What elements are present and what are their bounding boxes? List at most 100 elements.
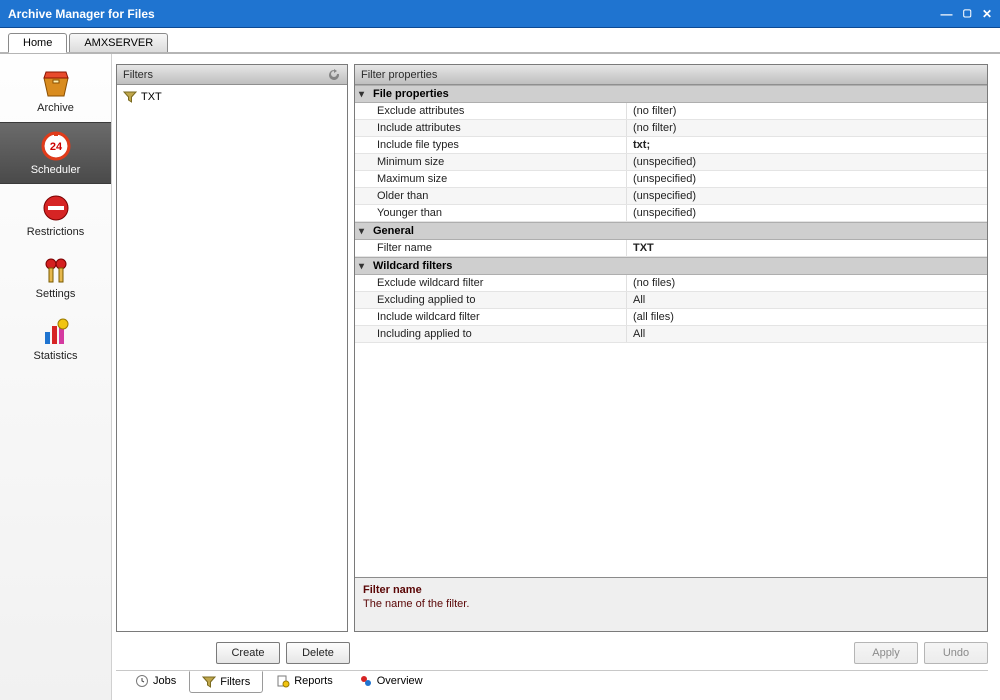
nav-statistics-label: Statistics (33, 350, 77, 362)
bottom-tab-overview[interactable]: Overview (346, 671, 436, 692)
nav-settings-label: Settings (36, 288, 76, 300)
bottom-tab-overview-label: Overview (377, 675, 423, 687)
properties-body: ▾ File properties Exclude attributes(no … (355, 85, 987, 577)
settings-icon (40, 254, 72, 286)
prop-value: (unspecified) (627, 171, 987, 187)
prop-row[interactable]: Include attributes(no filter) (355, 120, 987, 137)
bottom-tab-jobs-label: Jobs (153, 675, 176, 687)
nav-restrictions[interactable]: Restrictions (0, 184, 111, 246)
undo-button[interactable]: Undo (924, 642, 988, 664)
tab-home[interactable]: Home (8, 33, 67, 53)
nav-settings[interactable]: Settings (0, 246, 111, 308)
archive-icon (40, 68, 72, 100)
prop-key: Maximum size (355, 171, 627, 187)
properties-panel-header: Filter properties (355, 65, 987, 85)
prop-row[interactable]: Minimum size(unspecified) (355, 154, 987, 171)
reports-icon (276, 674, 290, 688)
chevron-down-icon: ▾ (359, 89, 364, 100)
prop-row[interactable]: Maximum size(unspecified) (355, 171, 987, 188)
prop-row[interactable]: Filter nameTXT (355, 240, 987, 257)
nav-scheduler-label: Scheduler (31, 164, 81, 176)
prop-value: TXT (627, 240, 987, 256)
center-area: Filters TXT (112, 54, 1000, 700)
apply-button-label: Apply (872, 647, 900, 659)
group-general-label: General (373, 225, 414, 237)
filters-panel-header: Filters (117, 65, 347, 85)
bottom-tab-jobs[interactable]: Jobs (122, 671, 189, 692)
prop-value: All (627, 292, 987, 308)
delete-button[interactable]: Delete (286, 642, 350, 664)
nav-scheduler[interactable]: 24 Scheduler (0, 122, 111, 184)
group-wildcard[interactable]: ▾ Wildcard filters (355, 257, 987, 275)
top-tab-strip: Home AMXSERVER (0, 28, 1000, 54)
properties-panel: Filter properties ▾ File properties Excl… (354, 64, 988, 632)
prop-row[interactable]: Include wildcard filter(all files) (355, 309, 987, 326)
prop-value: (unspecified) (627, 154, 987, 170)
prop-key: Minimum size (355, 154, 627, 170)
prop-key: Including applied to (355, 326, 627, 342)
prop-value: (unspecified) (627, 188, 987, 204)
window-controls: — ▢ ✕ (940, 8, 992, 20)
tab-server[interactable]: AMXSERVER (69, 33, 168, 52)
statistics-icon (40, 316, 72, 348)
prop-row[interactable]: Exclude wildcard filter(no files) (355, 275, 987, 292)
group-file-properties-label: File properties (373, 88, 449, 100)
properties-panel-title: Filter properties (361, 69, 437, 81)
scheduler-icon: 24 (40, 130, 72, 162)
filters-panel: Filters TXT (116, 64, 348, 632)
filter-item-label: TXT (141, 91, 162, 103)
overview-icon (359, 674, 373, 688)
filter-icon (123, 90, 137, 104)
svg-text:24: 24 (49, 141, 62, 153)
prop-row[interactable]: Exclude attributes(no filter) (355, 103, 987, 120)
prop-key: Older than (355, 188, 627, 204)
prop-key: Include attributes (355, 120, 627, 136)
prop-key: Filter name (355, 240, 627, 256)
chevron-down-icon: ▾ (359, 261, 364, 272)
bottom-tab-reports[interactable]: Reports (263, 671, 346, 692)
bottom-tab-filters[interactable]: Filters (189, 671, 263, 693)
left-nav: Archive 24 Scheduler Restrictions Settin… (0, 54, 112, 700)
description-text: The name of the filter. (363, 598, 979, 610)
window-title: Archive Manager for Files (8, 7, 155, 21)
filter-item[interactable]: TXT (121, 89, 343, 105)
minimize-button[interactable]: — (940, 8, 952, 20)
prop-key: Exclude wildcard filter (355, 275, 627, 291)
prop-row[interactable]: Excluding applied toAll (355, 292, 987, 309)
nav-archive[interactable]: Archive (0, 60, 111, 122)
prop-key: Exclude attributes (355, 103, 627, 119)
bottom-tab-strip: Jobs Filters Reports Overview (116, 670, 988, 694)
refresh-icon[interactable] (327, 68, 341, 82)
bottom-tab-reports-label: Reports (294, 675, 333, 687)
prop-row[interactable]: Include file typestxt; (355, 137, 987, 154)
tab-server-label: AMXSERVER (84, 37, 153, 49)
prop-key: Include file types (355, 137, 627, 153)
tab-home-label: Home (23, 37, 52, 49)
filter-icon (202, 675, 216, 689)
prop-key: Excluding applied to (355, 292, 627, 308)
filters-list[interactable]: TXT (117, 85, 347, 631)
prop-row[interactable]: Older than(unspecified) (355, 188, 987, 205)
maximize-button[interactable]: ▢ (962, 9, 971, 19)
group-file-properties[interactable]: ▾ File properties (355, 85, 987, 103)
create-button-label: Create (231, 647, 264, 659)
prop-row[interactable]: Including applied toAll (355, 326, 987, 343)
group-general[interactable]: ▾ General (355, 222, 987, 240)
prop-value: (no filter) (627, 103, 987, 119)
prop-value: (unspecified) (627, 205, 987, 221)
undo-button-label: Undo (943, 647, 969, 659)
apply-button[interactable]: Apply (854, 642, 918, 664)
create-button[interactable]: Create (216, 642, 280, 664)
delete-button-label: Delete (302, 647, 334, 659)
prop-value: (no filter) (627, 120, 987, 136)
prop-row[interactable]: Younger than(unspecified) (355, 205, 987, 222)
prop-key: Younger than (355, 205, 627, 221)
nav-statistics[interactable]: Statistics (0, 308, 111, 370)
button-row: Create Delete Apply Undo (116, 638, 988, 664)
prop-key: Include wildcard filter (355, 309, 627, 325)
chevron-down-icon: ▾ (359, 226, 364, 237)
clock-icon (135, 674, 149, 688)
close-button[interactable]: ✕ (982, 8, 992, 20)
prop-value: (all files) (627, 309, 987, 325)
prop-value: (no files) (627, 275, 987, 291)
